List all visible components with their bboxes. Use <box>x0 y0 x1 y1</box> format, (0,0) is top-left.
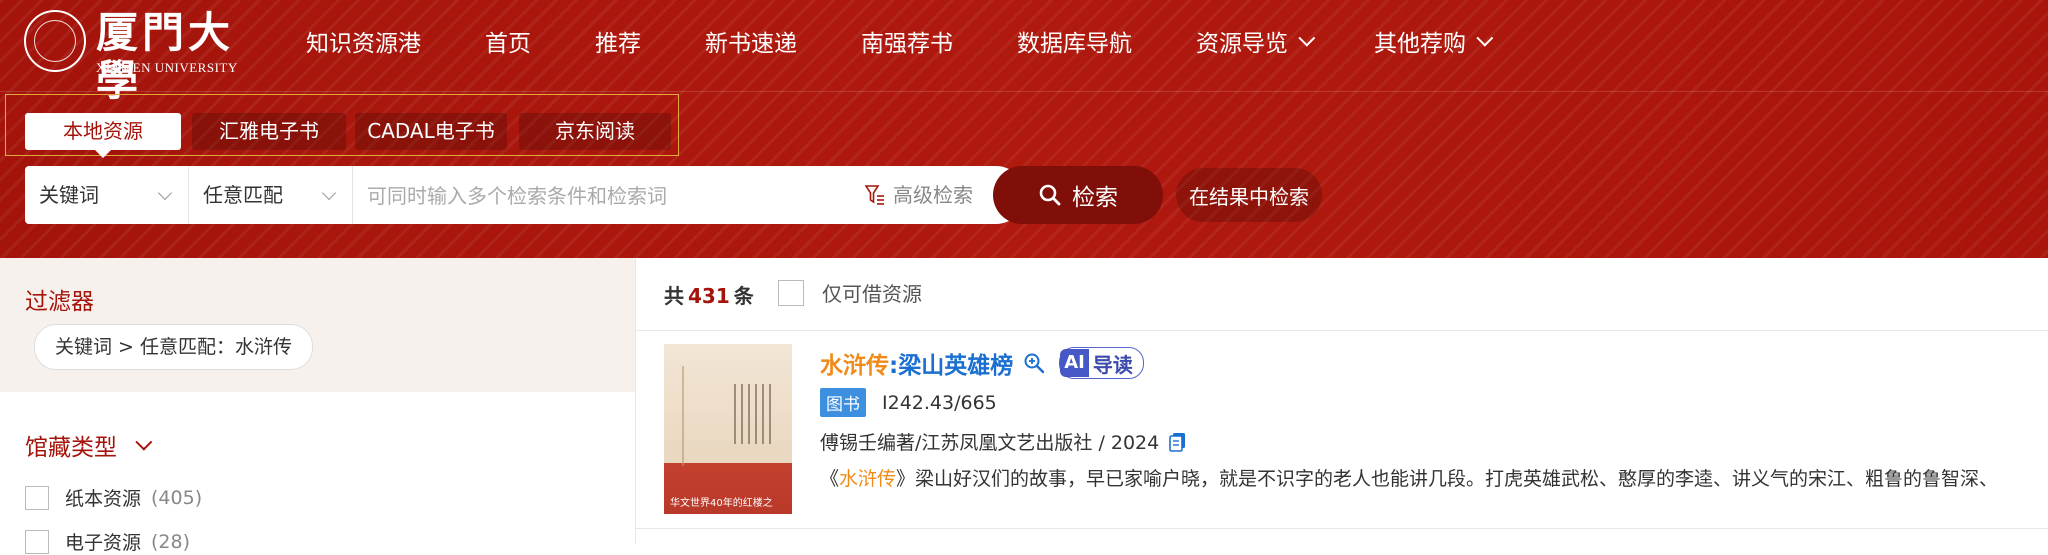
tab-label: 京东阅读 <box>555 119 635 143</box>
tab-local-resources[interactable]: 本地资源 <box>25 113 181 158</box>
chevron-down-icon <box>1298 29 1316 47</box>
advanced-search-label: 高级检索 <box>893 183 973 207</box>
tab-label: 本地资源 <box>63 119 143 143</box>
search-input[interactable] <box>365 180 869 212</box>
author-publisher: 傅锡壬编著/江苏凤凰文艺出版社 / 2024 <box>820 428 1187 455</box>
title-rest: :梁山英雄榜 <box>889 353 1014 379</box>
tab-label: CADAL电子书 <box>367 119 495 143</box>
result-count-prefix: 共 <box>664 284 684 308</box>
filter-funnel-icon <box>865 185 884 205</box>
collection-type-title: 馆藏类型 <box>25 435 117 461</box>
top-header: 厦門大學 XIAMEN UNIVERSITY 知识资源港 首页 推荐 新书速递 … <box>0 0 2048 258</box>
nav-label: 南强荐书 <box>861 31 953 57</box>
nav-label: 数据库导航 <box>1017 31 1132 57</box>
main-nav: 知识资源港 首页 推荐 新书速递 南强荐书 数据库导航 资源导览 其他荐购 <box>306 24 1552 58</box>
cover-text: 华文世界40年的红楼之 <box>670 498 773 508</box>
nav-knowledge-port[interactable]: 知识资源港 <box>306 24 421 58</box>
desc-rest: 》梁山好汉们的故事，早已家喻户晓，就是不识字的老人也能讲几段。打虎英雄武松、憨厚… <box>896 468 1999 490</box>
result-count-number: 431 <box>688 284 730 308</box>
nav-row: 厦門大學 XIAMEN UNIVERSITY 知识资源港 首页 推荐 新书速递 … <box>0 0 2048 105</box>
filter-option-print[interactable]: 纸本资源 (405) <box>25 484 202 511</box>
ai-guide-badge[interactable]: AI 导读 <box>1059 347 1144 379</box>
search-button[interactable]: 检索 <box>993 166 1163 224</box>
zoom-in-icon[interactable] <box>1023 352 1045 374</box>
cover-title-art <box>734 384 774 444</box>
desc-prefix: 《 <box>820 468 840 490</box>
nav-label: 资源导览 <box>1196 31 1288 57</box>
nav-label: 其他荐购 <box>1374 31 1466 57</box>
call-number: I242.43/665 <box>882 391 997 414</box>
tab-huiya-ebooks[interactable]: 汇雅电子书 <box>192 113 346 150</box>
author-publisher-text: 傅锡壬编著/江苏凤凰文艺出版社 / 2024 <box>820 432 1160 454</box>
cover-decoration <box>682 366 728 466</box>
active-filter-panel: 过滤器 关键词 > 任意匹配：水浒传 <box>0 258 635 392</box>
source-tabs: 本地资源 汇雅电子书 CADAL电子书 京东阅读 <box>5 94 679 158</box>
book-title[interactable]: 水浒传:梁山英雄榜 AI 导读 <box>820 346 1144 380</box>
nav-nanqiang-books[interactable]: 南强荐书 <box>861 24 953 58</box>
search-bar: 关键词 任意匹配 高级检索 <box>25 166 1025 224</box>
result-count: 共 431 条 <box>664 280 754 309</box>
nav-label: 新书速递 <box>705 31 797 57</box>
checkbox[interactable] <box>778 279 804 306</box>
match-select-value: 任意匹配 <box>203 183 283 207</box>
desc-highlight: 水浒传 <box>839 468 897 490</box>
nav-recommend[interactable]: 推荐 <box>595 24 641 58</box>
filter-option-electronic[interactable]: 电子资源 (28) <box>25 528 190 555</box>
filter-sidebar: 过滤器 关键词 > 任意匹配：水浒传 馆藏类型 纸本资源 (405) 电子资源 … <box>0 258 636 554</box>
university-logo[interactable]: 厦門大學 XIAMEN UNIVERSITY <box>24 10 254 105</box>
book-meta: 图书 I242.43/665 <box>820 388 997 417</box>
nav-label: 首页 <box>485 31 531 57</box>
option-label: 纸本资源 <box>65 488 142 510</box>
only-available-label: 仅可借资源 <box>822 282 922 306</box>
option-count: (28) <box>151 530 191 553</box>
results-panel: 共 431 条 仅可借资源 华文世界40年的红楼之 水浒传:梁山英雄榜 AI 导读 <box>636 258 2048 544</box>
item-divider <box>636 528 2048 529</box>
type-badge: 图书 <box>820 388 866 417</box>
match-select[interactable]: 任意匹配 <box>189 166 353 224</box>
result-count-suffix: 条 <box>733 284 754 308</box>
tab-jd-reading[interactable]: 京东阅读 <box>519 113 671 150</box>
ai-label: AI <box>1060 349 1089 377</box>
results-toolbar: 共 431 条 仅可借资源 <box>636 258 2048 331</box>
book-description: 《水浒传》梁山好汉们的故事，早已家喻户晓，就是不识字的老人也能讲几段。打虎英雄武… <box>820 464 2048 491</box>
chevron-down-icon <box>135 433 153 451</box>
nav-other-purchase[interactable]: 其他荐购 <box>1374 24 1494 58</box>
active-filter-chip[interactable]: 关键词 > 任意匹配：水浒传 <box>34 324 313 370</box>
logo-english-name: XIAMEN UNIVERSITY <box>96 60 238 75</box>
only-available-filter[interactable]: 仅可借资源 <box>778 278 922 307</box>
copy-icon[interactable] <box>1169 432 1187 452</box>
advanced-search-link[interactable]: 高级检索 <box>865 166 973 224</box>
nav-label: 知识资源港 <box>306 31 421 57</box>
nav-resource-guide[interactable]: 资源导览 <box>1196 24 1316 58</box>
search-within-results-button[interactable]: 在结果中检索 <box>1176 168 1322 222</box>
ai-guide-label: 导读 <box>1092 352 1133 377</box>
field-select[interactable]: 关键词 <box>25 166 189 224</box>
checkbox[interactable] <box>25 485 49 510</box>
field-select-value: 关键词 <box>39 183 99 207</box>
chevron-down-icon <box>1476 29 1494 47</box>
filter-title: 过滤器 <box>25 289 94 315</box>
header-divider <box>0 91 2048 92</box>
nav-database-guide[interactable]: 数据库导航 <box>1017 24 1132 58</box>
option-label: 电子资源 <box>65 532 142 554</box>
result-item: 华文世界40年的红楼之 水浒传:梁山英雄榜 AI 导读 图书 I242.43/6… <box>664 344 2048 524</box>
search-within-results-label: 在结果中检索 <box>1189 184 1309 209</box>
tab-cadal-ebooks[interactable]: CADAL电子书 <box>355 113 507 150</box>
chevron-down-icon <box>321 185 337 201</box>
nav-new-books[interactable]: 新书速递 <box>705 24 797 58</box>
university-seal-icon <box>24 10 86 72</box>
search-icon <box>1039 184 1061 206</box>
title-highlight: 水浒传 <box>820 353 889 379</box>
search-button-label: 检索 <box>1072 185 1118 211</box>
checkbox[interactable] <box>25 529 49 554</box>
book-cover-image[interactable]: 华文世界40年的红楼之 <box>664 344 792 514</box>
nav-label: 推荐 <box>595 31 641 57</box>
filter-chip-label: 关键词 > 任意匹配：水浒传 <box>55 336 292 358</box>
nav-home[interactable]: 首页 <box>485 24 531 58</box>
collection-type-toggle[interactable]: 馆藏类型 <box>25 428 153 462</box>
chevron-down-icon <box>157 185 173 201</box>
tab-label: 汇雅电子书 <box>219 119 319 143</box>
option-count: (405) <box>151 486 203 509</box>
